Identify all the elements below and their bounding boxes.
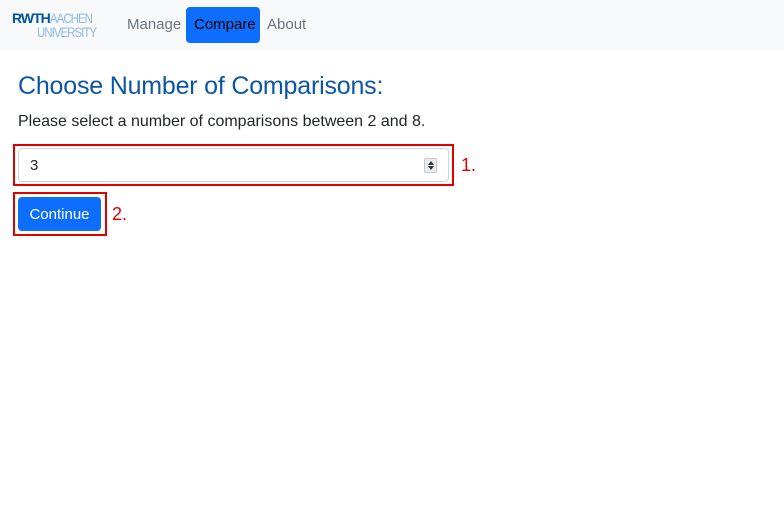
annotation-label-2: 2. [112,204,128,224]
spinner-up-icon[interactable] [428,161,434,165]
number-spinner[interactable] [424,158,437,173]
nav-item-manage[interactable]: Manage [119,7,189,43]
page-title: Choose Number of Comparisons: [18,72,384,100]
nav-item-about[interactable]: About [259,7,314,43]
instruction-text: Please select a number of comparisons be… [18,113,426,130]
nav-item-compare[interactable]: Compare [186,7,260,43]
continue-button[interactable]: Continue [18,197,101,231]
rwth-aachen-logo[interactable]: RWTHAACHEN UNIVERSITY [12,11,106,39]
logo-text-aachen: AACHEN [49,10,93,26]
annotation-label-1: 1. [461,155,477,175]
comparisons-input-value: 3 [30,157,39,174]
comparisons-number-input[interactable]: 3 [18,148,449,182]
logo-text-university: UNIVERSITY [37,24,97,40]
navbar: RWTHAACHEN UNIVERSITY Manage Compare Abo… [0,0,784,50]
spinner-down-icon[interactable] [428,166,434,170]
